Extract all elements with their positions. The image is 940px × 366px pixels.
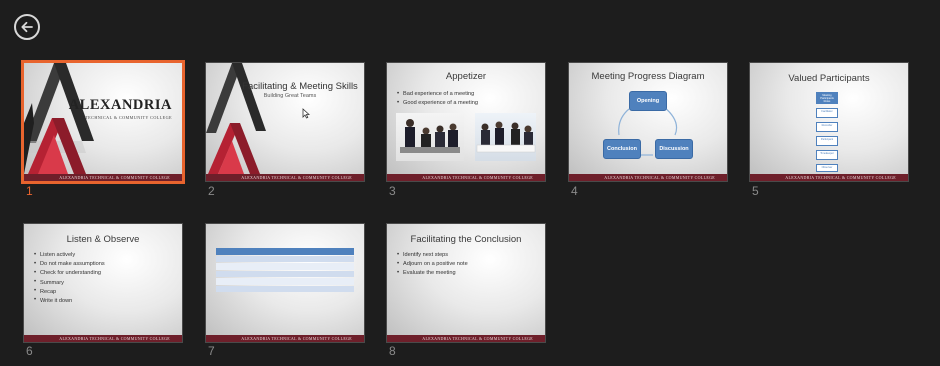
bullet-item: Recap [34, 288, 105, 295]
slide-title: Appetizer [445, 71, 487, 82]
bullet-list: Bad experience of a meeting Good experie… [397, 91, 478, 109]
slide-footer: ALEXANDRIA TECHNICAL & COMMUNITY COLLEGE [206, 335, 364, 342]
slide-footer: ALEXANDRIA TECHNICAL & COMMUNITY COLLEGE [387, 335, 545, 342]
bullet-item: Evaluate the meeting [397, 270, 468, 277]
slide-number: 1 [26, 184, 33, 198]
back-button[interactable] [14, 14, 40, 40]
slide-number: 7 [208, 344, 215, 358]
bullet-item: Write it down [34, 297, 105, 304]
arrow-left-icon [21, 21, 33, 33]
college-name: ALEXANDRIA [68, 97, 172, 113]
slide-3-content: Appetizer Bad experience of a meeting Go… [387, 63, 545, 181]
slide-6-content: Listen & Observe Listen actively Do not … [24, 224, 182, 342]
slide-title: Valued Participants [788, 73, 870, 84]
meeting-photo-good [475, 113, 536, 161]
participant-box: Meeting Participants Roles [816, 92, 838, 104]
bullet-item: Listen actively [34, 252, 105, 259]
slide-thumbnail-7[interactable]: ALEXANDRIA TECHNICAL & COMMUNITY COLLEGE [205, 223, 365, 343]
diagram-node-opening: Opening [629, 91, 667, 111]
slide-number: 8 [389, 344, 396, 358]
participant-box: Timekeeper [816, 150, 838, 160]
bullet-item: Summary [34, 279, 105, 286]
slide-number: 2 [208, 184, 215, 198]
cycle-arrows [618, 106, 678, 156]
slide-5-content: Valued Participants Meeting Participants… [750, 63, 908, 181]
slide-7-content: ALEXANDRIA TECHNICAL & COMMUNITY COLLEGE [206, 224, 364, 342]
slide-thumbnail-4[interactable]: Meeting Progress Diagram Opening Discuss… [568, 62, 728, 182]
bullet-item: Adjourn on a positive note [397, 261, 468, 268]
diagram-node-conclusion: Conclusion [603, 139, 641, 159]
college-subtitle: TECHNICAL & COMMUNITY COLLEGE [85, 115, 172, 120]
slide-title: Listen & Observe [66, 234, 140, 245]
slide-thumbnail-6[interactable]: Listen & Observe Listen actively Do not … [23, 223, 183, 343]
slide-number: 5 [752, 184, 759, 198]
slide-thumbnail-3[interactable]: Appetizer Bad experience of a meeting Go… [386, 62, 546, 182]
participant-box: Recorder [816, 122, 838, 132]
slide-number: 6 [26, 344, 33, 358]
participant-box: Observer [816, 164, 838, 172]
slide-thumbnail-2[interactable]: Facilitating & Meeting Skills Building G… [205, 62, 365, 182]
slide-footer: ALEXANDRIA TECHNICAL & COMMUNITY COLLEGE [750, 174, 908, 181]
participant-box: Facilitator [816, 108, 838, 118]
slide-footer: ALEXANDRIA TECHNICAL & COMMUNITY COLLEGE [24, 174, 182, 181]
slide-1-content: ALEXANDRIA TECHNICAL & COMMUNITY COLLEGE… [24, 63, 182, 181]
slide-subtitle: Building Great Teams [263, 93, 317, 99]
slide-thumbnail-8[interactable]: Facilitating the Conclusion Identify nex… [386, 223, 546, 343]
bullet-item: Bad experience of a meeting [397, 91, 478, 98]
slide-number: 4 [571, 184, 578, 198]
slide-8-content: Facilitating the Conclusion Identify nex… [387, 224, 545, 342]
bullet-list: Identify next steps Adjourn on a positiv… [397, 252, 468, 280]
slide-footer: ALEXANDRIA TECHNICAL & COMMUNITY COLLEGE [387, 174, 545, 181]
diagram-node-discussion: Discussion [655, 139, 693, 159]
college-logo [24, 63, 94, 174]
bullet-item: Check for understanding [34, 270, 105, 277]
slide-thumbnail-5[interactable]: Valued Participants Meeting Participants… [749, 62, 909, 182]
slide-table [216, 248, 354, 293]
bullet-item: Do not make assumptions [34, 261, 105, 268]
mouse-cursor-icon [302, 108, 310, 119]
slide-footer: ALEXANDRIA TECHNICAL & COMMUNITY COLLEGE [24, 335, 182, 342]
slide-4-content: Meeting Progress Diagram Opening Discuss… [569, 63, 727, 181]
meeting-photo-bad [396, 113, 464, 161]
slide-title: Facilitating the Conclusion [410, 234, 522, 245]
slide-thumbnail-1[interactable]: ALEXANDRIA TECHNICAL & COMMUNITY COLLEGE… [21, 60, 185, 184]
bullet-item: Good experience of a meeting [397, 100, 478, 107]
bullet-list: Listen actively Do not make assumptions … [34, 252, 105, 307]
participant-box: Participant [816, 136, 838, 146]
slide-number: 3 [389, 184, 396, 198]
slide-title: Facilitating & Meeting Skills [242, 81, 358, 92]
bullet-item: Identify next steps [397, 252, 468, 259]
slide-footer: ALEXANDRIA TECHNICAL & COMMUNITY COLLEGE [206, 174, 364, 181]
slide-footer: ALEXANDRIA TECHNICAL & COMMUNITY COLLEGE [569, 174, 727, 181]
slide-2-content: Facilitating & Meeting Skills Building G… [206, 63, 364, 181]
